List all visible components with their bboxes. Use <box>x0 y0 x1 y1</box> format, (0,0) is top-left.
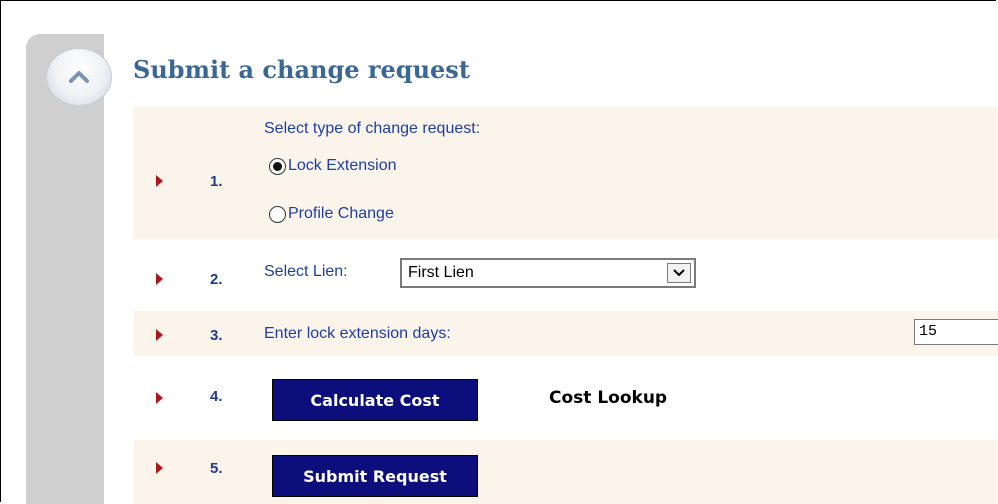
step-3-label: Enter lock extension days: <box>264 325 451 342</box>
cost-lookup-link[interactable]: Cost Lookup <box>549 388 667 408</box>
submit-request-button[interactable]: Submit Request <box>272 455 478 497</box>
step-2-row: 2. Select Lien: First Lien <box>134 255 998 303</box>
step-3-row: 3. Enter lock extension days: 15 <box>134 311 998 356</box>
step-number: 2. <box>210 271 223 288</box>
calculate-cost-button[interactable]: Calculate Cost <box>272 379 478 421</box>
step-arrow-icon <box>156 175 163 187</box>
step-5-row: 5. Submit Request <box>134 440 998 504</box>
lock-extension-radio[interactable]: Lock Extension <box>269 157 397 175</box>
step-arrow-icon <box>156 462 163 474</box>
step-2-label: Select Lien: <box>264 263 348 280</box>
lien-select[interactable]: First Lien <box>400 258 696 288</box>
left-rail <box>26 34 104 504</box>
step-1-label: Select type of change request: <box>264 120 481 137</box>
step-1-row: 1. Select type of change request: Lock E… <box>134 107 998 239</box>
step-number: 5. <box>210 460 223 477</box>
step-4-row: 4. Calculate Cost Cost Lookup <box>134 372 998 430</box>
lock-extension-label: Lock Extension <box>288 157 397 174</box>
step-number: 3. <box>210 327 223 344</box>
collapse-button[interactable] <box>46 48 112 106</box>
step-number: 1. <box>210 173 223 190</box>
lien-select-value: First Lien <box>408 264 474 281</box>
step-arrow-icon <box>156 329 163 341</box>
step-arrow-icon <box>156 392 163 404</box>
profile-change-label: Profile Change <box>288 205 394 222</box>
radio-unselected-icon <box>269 205 286 223</box>
chevron-down-icon[interactable] <box>667 263 691 283</box>
profile-change-radio[interactable]: Profile Change <box>269 205 394 223</box>
extension-days-input[interactable]: 15 <box>914 319 998 345</box>
page-title: Submit a change request <box>133 55 470 84</box>
step-arrow-icon <box>156 273 163 285</box>
chevron-up-icon <box>68 70 90 84</box>
step-number: 4. <box>210 388 223 405</box>
radio-selected-icon <box>269 157 286 175</box>
